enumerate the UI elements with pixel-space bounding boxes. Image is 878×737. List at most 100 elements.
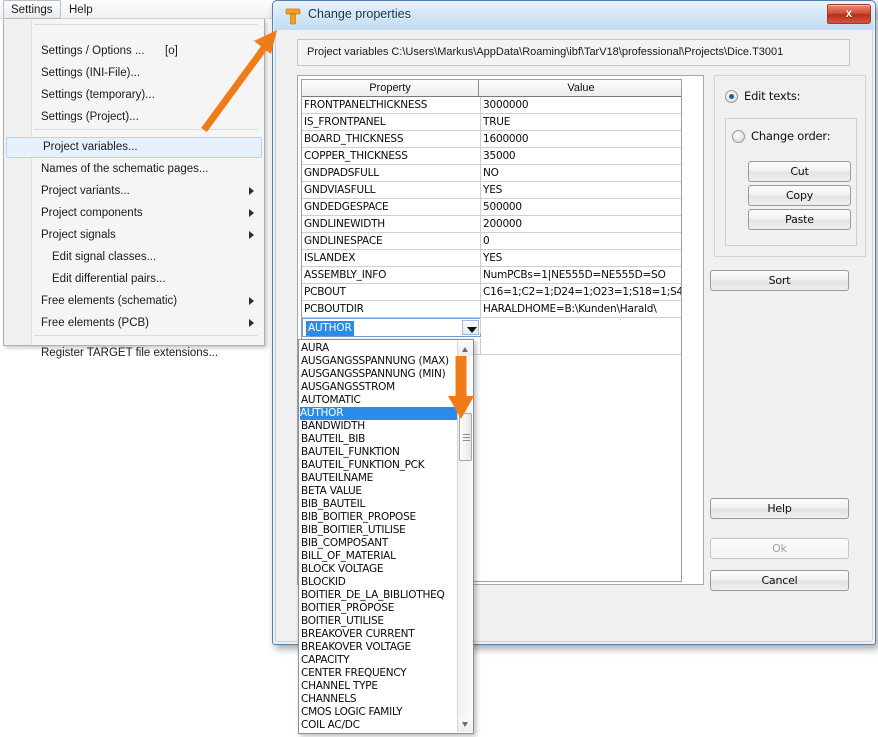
menu-item-project-components[interactable]: Project components: [5, 203, 263, 224]
cell-property: GNDLINEWIDTH: [304, 218, 385, 230]
table-row[interactable]: GNDLINESPACE 0: [302, 233, 681, 250]
scrollbar-thumb[interactable]: [459, 413, 472, 461]
menubar-item-help[interactable]: Help: [62, 1, 100, 18]
menu-item-project-variants[interactable]: Project variants...: [5, 181, 263, 202]
dropdown-option[interactable]: BIB_COMPOSANT: [301, 537, 457, 550]
ok-button[interactable]: Ok: [710, 538, 849, 559]
dropdown-option[interactable]: AURA: [301, 342, 457, 355]
cell-divider: [480, 114, 481, 130]
cell-value: 0: [483, 235, 490, 247]
menu-item-edit-signal-classes[interactable]: Edit signal classes...: [5, 247, 263, 268]
table-row[interactable]: FRONTPANELTHICKNESS 3000000: [302, 97, 681, 114]
dropdown-scrollbar[interactable]: [457, 341, 473, 732]
dropdown-option[interactable]: CHANNEL TYPE: [301, 680, 457, 693]
dropdown-option[interactable]: BLOCK VOLTAGE: [301, 563, 457, 576]
table-row[interactable]: GNDLINEWIDTH 200000: [302, 216, 681, 233]
cell-property: PCBOUT: [304, 286, 346, 298]
dropdown-option[interactable]: BIB_BOITIER_PROPOSE: [301, 511, 457, 524]
menu-item-register-target-file-extensions[interactable]: Register TARGET file extensions...: [5, 343, 263, 364]
cell-property: PCBOUTDIR: [304, 303, 364, 315]
dropdown-option[interactable]: BOITIER_UTILISE: [301, 615, 457, 628]
menu-item-settings-ini-file[interactable]: Settings (INI-File)...: [5, 63, 263, 84]
table-row[interactable]: GNDEDGESPACE 500000: [302, 199, 681, 216]
menubar-item-settings[interactable]: Settings: [3, 0, 61, 19]
table-row[interactable]: COPPER_THICKNESS 35000: [302, 148, 681, 165]
dropdown-option[interactable]: BAUTEILNAME: [301, 472, 457, 485]
menu-item-free-elements-pcb[interactable]: Free elements (PCB): [5, 313, 263, 334]
cell-property: GNDLINESPACE: [304, 235, 383, 247]
cell-property: BOARD_THICKNESS: [304, 133, 404, 145]
menu-item-names-of-schematic-pages[interactable]: Names of the schematic pages...: [5, 159, 263, 180]
dropdown-option[interactable]: BLOCKID: [301, 576, 457, 589]
column-header-property[interactable]: Property: [302, 80, 479, 96]
dropdown-option[interactable]: AUSGANGSSTROM: [301, 381, 457, 394]
dropdown-option[interactable]: BIB_BOITIER_UTILISE: [301, 524, 457, 537]
dropdown-option[interactable]: BANDWIDTH: [301, 420, 457, 433]
cell-divider: [480, 97, 481, 113]
table-row-editing[interactable]: AUTHOR: [302, 318, 681, 337]
scroll-down-arrow-icon[interactable]: [458, 717, 473, 732]
table-row[interactable]: PCBOUT C16=1;C2=1;D24=1;O23=1;S18=1;S4: [302, 284, 681, 301]
dialog-titlebar[interactable]: Change properties x: [274, 2, 874, 30]
scroll-up-arrow-icon[interactable]: [458, 341, 473, 356]
dropdown-option[interactable]: BOITIER_DE_LA_BIBLIOTHEQ: [301, 589, 457, 602]
radio-change-order[interactable]: [732, 130, 745, 143]
table-row[interactable]: GNDPADSFULL NO: [302, 165, 681, 182]
menu-item-edit-differential-pairs[interactable]: Edit differential pairs...: [5, 269, 263, 290]
dropdown-option[interactable]: COIL AC/DC: [301, 719, 457, 732]
dropdown-option[interactable]: BAUTEIL_FUNKTION_PCK: [301, 459, 457, 472]
menu-separator: [34, 129, 258, 130]
dropdown-option[interactable]: BIB_BAUTEIL: [301, 498, 457, 511]
dropdown-option[interactable]: BREAKOVER VOLTAGE: [301, 641, 457, 654]
cell-value: NO: [483, 167, 499, 179]
table-row[interactable]: IS_FRONTPANEL TRUE: [302, 114, 681, 131]
paste-button[interactable]: Paste: [748, 209, 851, 230]
property-dropdown-list[interactable]: AURA AUSGANGSSPANNUNG (MAX) AUSGANGSSPAN…: [298, 339, 474, 734]
table-row[interactable]: BOARD_THICKNESS 1600000: [302, 131, 681, 148]
dropdown-option[interactable]: BAUTEIL_FUNKTION: [301, 446, 457, 459]
menu-item-label: Register TARGET file extensions...: [41, 347, 219, 359]
dropdown-option[interactable]: AUTOMATIC: [301, 394, 457, 407]
menu-item-settings-options[interactable]: Settings / Options ... [o]: [5, 41, 263, 62]
table-row[interactable]: GNDVIASFULL YES: [302, 182, 681, 199]
cell-property: ISLANDEX: [304, 252, 356, 264]
menu-item-project-variables[interactable]: Project variables...: [6, 137, 262, 158]
menu-item-free-elements-schematic[interactable]: Free elements (schematic): [5, 291, 263, 312]
property-combobox[interactable]: AUTHOR: [302, 318, 481, 337]
dropdown-option[interactable]: BAUTEIL_BIB: [301, 433, 457, 446]
chevron-down-icon[interactable]: [462, 320, 479, 335]
menu-item-settings-project[interactable]: Settings (Project)...: [5, 107, 263, 128]
radio-edit-texts[interactable]: [725, 90, 738, 103]
dropdown-option-selected[interactable]: AUTHOR: [300, 407, 457, 420]
help-button[interactable]: Help: [710, 498, 849, 519]
sort-button[interactable]: Sort: [710, 270, 849, 291]
dropdown-option[interactable]: CAPACITY: [301, 654, 457, 667]
dropdown-option[interactable]: BOITIER_PROPOSE: [301, 602, 457, 615]
dropdown-option[interactable]: CMOS LOGIC FAMILY: [301, 706, 457, 719]
cancel-button[interactable]: Cancel: [710, 570, 849, 591]
dropdown-option[interactable]: BREAKOVER CURRENT: [301, 628, 457, 641]
table-row[interactable]: PCBOUTDIR HARALDHOME=B:\Kunden\Harald\: [302, 301, 681, 318]
column-header-value[interactable]: Value: [480, 80, 681, 96]
menubar-item-label: Help: [69, 4, 93, 16]
cell-property: GNDEDGESPACE: [304, 201, 389, 213]
close-icon[interactable]: x: [827, 4, 871, 24]
dropdown-option[interactable]: CHANNELS: [301, 693, 457, 706]
menu-item-label: Project variables...: [43, 141, 138, 153]
copy-button[interactable]: Copy: [748, 185, 851, 206]
table-row[interactable]: ASSEMBLY_INFO NumPCBs=1|NE555D=NE555D=SO: [302, 267, 681, 284]
cell-divider: [480, 284, 481, 300]
menu-item-project-signals[interactable]: Project signals: [5, 225, 263, 246]
menu-item-label: Settings (temporary)...: [41, 89, 155, 101]
submenu-arrow-icon: [249, 319, 254, 327]
table-row[interactable]: ISLANDEX YES: [302, 250, 681, 267]
cut-button[interactable]: Cut: [748, 161, 851, 182]
project-path-label: Project variables C:\Users\Markus\AppDat…: [297, 39, 850, 66]
menu-item-settings-temporary[interactable]: Settings (temporary)...: [5, 85, 263, 106]
dropdown-option[interactable]: AUSGANGSSPANNUNG (MIN): [301, 368, 457, 381]
dropdown-option[interactable]: AUSGANGSSPANNUNG (MAX): [301, 355, 457, 368]
dropdown-option[interactable]: CENTER FREQUENCY: [301, 667, 457, 680]
dropdown-option[interactable]: BETA VALUE: [301, 485, 457, 498]
cell-divider: [480, 165, 481, 181]
dropdown-option[interactable]: BILL_OF_MATERIAL: [301, 550, 457, 563]
